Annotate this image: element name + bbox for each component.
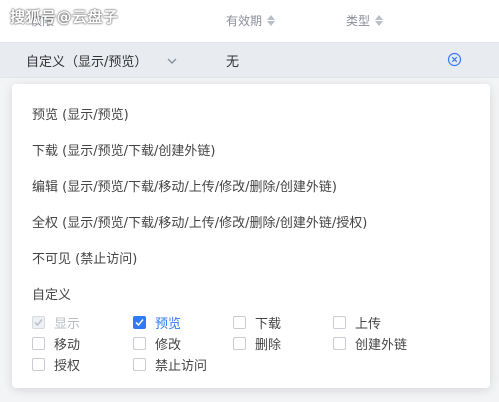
- option-invisible[interactable]: 不可见 (禁止访问): [32, 248, 137, 267]
- checkbox-download[interactable]: 下载: [233, 313, 281, 332]
- column-header-type[interactable]: 类型: [346, 12, 384, 29]
- sort-icon[interactable]: [375, 15, 384, 26]
- permission-select[interactable]: 自定义（显示/预览）: [26, 51, 179, 70]
- column-header-validity-label: 有效期: [226, 14, 263, 28]
- checkbox-move[interactable]: 移动: [32, 334, 80, 353]
- checkbox-box[interactable]: [333, 316, 346, 329]
- option-edit[interactable]: 编辑 (显示/预览/下载/移动/上传/修改/删除/创建外链): [32, 176, 337, 195]
- checkbox-create-link[interactable]: 创建外链: [333, 334, 407, 353]
- column-header-type-label: 类型: [346, 14, 371, 28]
- checkmark-icon: [34, 319, 43, 327]
- checkbox-delete[interactable]: 删除: [233, 334, 281, 353]
- chevron-down-icon: [167, 58, 177, 64]
- checkbox-authorize[interactable]: 授权: [32, 355, 80, 374]
- checkbox-box[interactable]: [133, 316, 146, 329]
- option-download[interactable]: 下载 (显示/预览/下载/创建外链): [32, 140, 215, 159]
- checkbox-show: 显示: [32, 313, 80, 332]
- checkbox-label: 创建外链: [355, 338, 408, 353]
- checkmark-icon: [135, 319, 144, 327]
- column-header-validity[interactable]: 有效期: [226, 12, 276, 29]
- checkbox-label: 授权: [54, 359, 81, 374]
- validity-value: 无: [226, 55, 240, 70]
- checkbox-label: 上传: [355, 317, 382, 332]
- checkbox-label: 预览: [155, 317, 182, 332]
- permission-dropdown: 预览 (显示/预览) 下载 (显示/预览/下载/创建外链) 编辑 (显示/预览/…: [12, 84, 490, 388]
- checkbox-label: 修改: [155, 338, 182, 353]
- checkbox-box[interactable]: [233, 316, 246, 329]
- sort-icon[interactable]: [267, 15, 276, 26]
- close-circle-icon[interactable]: [447, 52, 462, 67]
- table-row: 自定义（显示/预览） 无: [0, 42, 499, 78]
- checkbox-box: [32, 316, 45, 329]
- option-full[interactable]: 全权 (显示/预览/下载/移动/上传/修改/删除/创建外链/授权): [32, 212, 367, 231]
- checkbox-preview[interactable]: 预览: [133, 313, 181, 332]
- checkbox-label: 删除: [255, 338, 282, 353]
- checkbox-label: 下载: [255, 317, 282, 332]
- checkbox-label: 显示: [54, 317, 81, 332]
- checkbox-box[interactable]: [233, 337, 246, 350]
- checkbox-modify[interactable]: 修改: [133, 334, 181, 353]
- custom-label: 自定义: [32, 288, 72, 303]
- checkbox-label: 禁止访问: [155, 359, 208, 374]
- checkbox-upload[interactable]: 上传: [333, 313, 381, 332]
- checkbox-box[interactable]: [32, 358, 45, 371]
- checkbox-box[interactable]: [133, 337, 146, 350]
- option-preview[interactable]: 预览 (显示/预览): [32, 104, 129, 123]
- checkbox-box[interactable]: [32, 337, 45, 350]
- checkbox-label: 移动: [54, 338, 81, 353]
- checkbox-box[interactable]: [333, 337, 346, 350]
- checkbox-box[interactable]: [133, 358, 146, 371]
- watermark: 搜狐号@云盘子: [10, 8, 119, 26]
- permission-select-value: 自定义（显示/预览）: [26, 55, 148, 70]
- checkbox-deny-access[interactable]: 禁止访问: [133, 355, 207, 374]
